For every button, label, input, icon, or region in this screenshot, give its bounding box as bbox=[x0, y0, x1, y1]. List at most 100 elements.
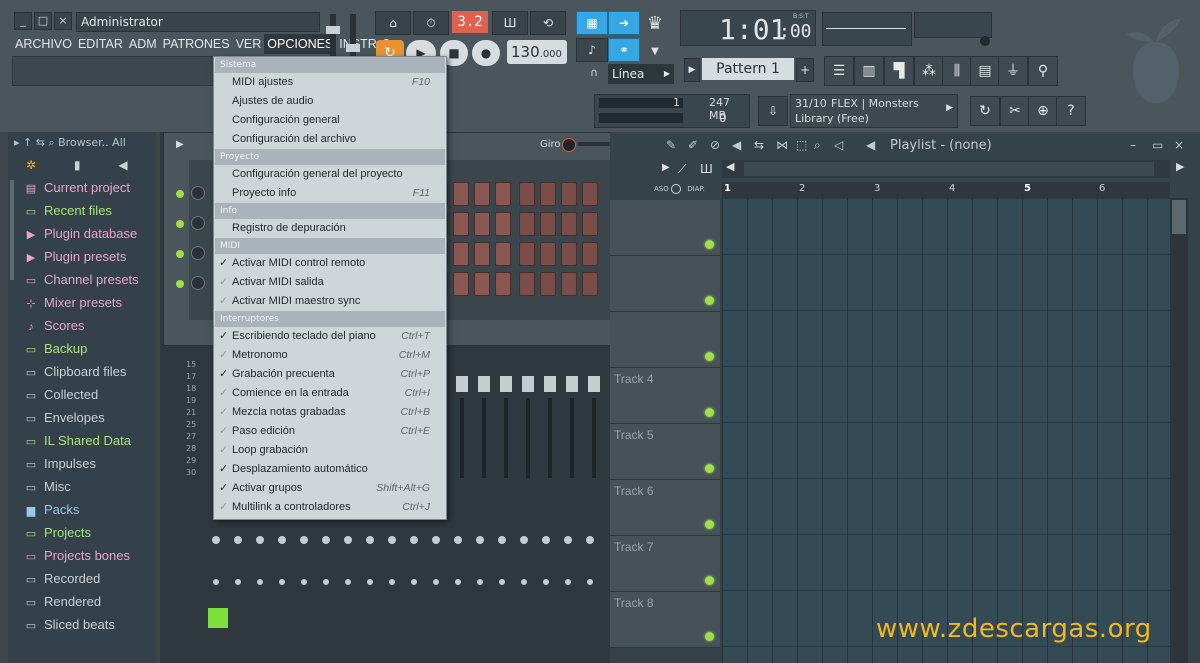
menu-item[interactable]: Registro de depuración bbox=[214, 219, 446, 238]
menu-item[interactable]: ✓ Activar MIDI salida bbox=[214, 273, 446, 292]
menu-item[interactable]: Ajustes de audio bbox=[214, 92, 446, 111]
pattern-prev-icon[interactable]: ▶ bbox=[684, 58, 700, 82]
step-pad[interactable] bbox=[453, 212, 469, 236]
step-pad[interactable] bbox=[561, 272, 577, 296]
step-pad[interactable] bbox=[540, 272, 556, 296]
step-pad[interactable] bbox=[582, 242, 598, 266]
select-icon[interactable]: ⬚ bbox=[796, 138, 807, 152]
menu-item[interactable]: ✓ Activar MIDI control remoto bbox=[214, 254, 446, 273]
browser-item[interactable]: ⊹ Mixer presets bbox=[8, 291, 156, 314]
step-sequencer-icon[interactable]: ⁂ bbox=[914, 56, 944, 86]
playlist-track-header[interactable] bbox=[610, 200, 720, 256]
playback-icon[interactable]: ◁ bbox=[834, 138, 843, 152]
maximize-button[interactable]: □ bbox=[34, 12, 52, 30]
mixer-icon[interactable]: ⫼ bbox=[942, 56, 972, 86]
browser-item[interactable]: ▭ Impulses bbox=[8, 452, 156, 475]
main-volume-icon[interactable]: ♛ bbox=[640, 11, 670, 37]
menu-item[interactable]: ✓ Activar MIDI maestro sync bbox=[214, 292, 446, 311]
track-enable-led[interactable] bbox=[705, 352, 714, 361]
playlist-track-header[interactable]: Track 8 bbox=[610, 592, 720, 648]
menu-archivo[interactable]: ARCHIVO bbox=[12, 34, 75, 54]
channel-volume-knob[interactable] bbox=[191, 276, 205, 290]
browser-item[interactable]: ▭ Channel presets bbox=[8, 268, 156, 291]
timeline-ruler[interactable]: 1 2 3 4 5 6 bbox=[722, 182, 1170, 198]
browser-nav-icons[interactable]: ▸ ↑ ⇆ ⌕ bbox=[14, 136, 58, 149]
help-person-icon[interactable]: ⚲ bbox=[1028, 56, 1058, 86]
close-icon[interactable]: × bbox=[1174, 138, 1184, 152]
pattern-selector[interactable]: Pattern 1 bbox=[702, 58, 794, 80]
menu-item[interactable]: ✓ Metronomo Ctrl+M bbox=[214, 346, 446, 365]
chevron-right-icon[interactable]: ▶ bbox=[176, 139, 184, 150]
browser-item[interactable]: ▭ Sliced beats bbox=[8, 613, 156, 636]
chevron-right-icon[interactable]: ▶ bbox=[662, 162, 670, 173]
step-edit-icon[interactable]: Ш bbox=[492, 11, 528, 35]
step-pad[interactable] bbox=[582, 212, 598, 236]
step-pad[interactable] bbox=[453, 272, 469, 296]
zoom-icon[interactable]: ⌕ bbox=[814, 138, 821, 153]
download-icon[interactable]: ⇩ bbox=[758, 96, 788, 126]
pattern-add-button[interactable]: + bbox=[796, 58, 814, 82]
loop-record-icon[interactable]: ⟲ bbox=[530, 11, 566, 35]
browser-item[interactable]: ♪ Scores bbox=[8, 314, 156, 337]
browser-item[interactable]: ▭ Recent files bbox=[8, 199, 156, 222]
playlist-window-icon[interactable]: ☰ bbox=[824, 56, 854, 86]
track-enable-led[interactable] bbox=[705, 464, 714, 473]
tempo-display[interactable]: 130.000 bbox=[507, 40, 567, 64]
browser-item[interactable]: ▭ Projects bbox=[8, 521, 156, 544]
browser-item[interactable]: ▭ Recorded bbox=[8, 567, 156, 590]
step-pad[interactable] bbox=[561, 182, 577, 206]
step-pad[interactable] bbox=[582, 272, 598, 296]
mute-icon[interactable]: ◀ bbox=[732, 138, 741, 152]
cpu-knob[interactable] bbox=[980, 36, 990, 46]
browser-item[interactable]: ▭ Clipboard files bbox=[8, 360, 156, 383]
scroll-thumb[interactable] bbox=[744, 162, 1154, 176]
step-pad[interactable] bbox=[495, 272, 511, 296]
menu-item[interactable]: ✓ Loop grabación bbox=[214, 441, 446, 460]
track-enable-led[interactable] bbox=[705, 520, 714, 529]
vertical-scroll-thumb[interactable] bbox=[1172, 200, 1186, 234]
menu-item[interactable]: Configuración general bbox=[214, 111, 446, 130]
step-pad[interactable] bbox=[453, 242, 469, 266]
menu-item[interactable]: Configuración general del proyecto bbox=[214, 165, 446, 184]
curve-icon[interactable]: ⟋ bbox=[678, 162, 686, 177]
menu-item[interactable]: MIDI ajustes F10 bbox=[214, 73, 446, 92]
news-panel[interactable]: 31/10 FLEX | Monsters Library (Free) ▶ bbox=[790, 94, 958, 128]
record-button[interactable]: ● bbox=[472, 40, 500, 66]
step-pad[interactable] bbox=[519, 212, 535, 236]
channel-volume-knob[interactable] bbox=[191, 216, 205, 230]
playlist-track-header[interactable]: Track 5 bbox=[610, 424, 720, 480]
channel-rack-icon[interactable]: ▥ bbox=[854, 56, 884, 86]
browser-item[interactable]: ▭ Projects bones bbox=[8, 544, 156, 567]
menu-item[interactable]: ✓ Paso edición Ctrl+E bbox=[214, 422, 446, 441]
menu-item[interactable]: ✓ Multilink a controladores Ctrl+J bbox=[214, 498, 446, 517]
step-pad[interactable] bbox=[561, 242, 577, 266]
browser-item[interactable]: ▭ Collected bbox=[8, 383, 156, 406]
track-enable-led[interactable] bbox=[705, 240, 714, 249]
menu-item[interactable]: ✓ Mezcla notas grabadas Ctrl+B bbox=[214, 403, 446, 422]
step-pad[interactable] bbox=[519, 242, 535, 266]
browser-item[interactable]: ▭ Misc bbox=[8, 475, 156, 498]
brush-icon[interactable]: ✐ bbox=[688, 138, 698, 152]
browser-item[interactable]: ▭ Backup bbox=[8, 337, 156, 360]
menu-patrones[interactable]: PATRONES bbox=[160, 34, 233, 54]
typing-keyboard-icon[interactable]: ▦ bbox=[576, 11, 608, 35]
plugin-filter-icon[interactable]: ✲ bbox=[26, 158, 36, 172]
browser-icon[interactable]: ▤ bbox=[970, 56, 1000, 86]
wait-input-icon[interactable]: ⏱ bbox=[413, 11, 449, 35]
step-pad[interactable] bbox=[561, 212, 577, 236]
menu-opciones[interactable]: OPCIONES bbox=[264, 34, 337, 54]
playlist-track-header[interactable]: Track 4 bbox=[610, 368, 720, 424]
browser-item[interactable]: ▶ Plugin database bbox=[8, 222, 156, 245]
menu-adm[interactable]: ADM bbox=[126, 34, 160, 54]
menu-item[interactable]: Configuración del archivo bbox=[214, 130, 446, 149]
menu-item[interactable]: ✓ Desplazamiento automático bbox=[214, 460, 446, 479]
dropdown-arrow-icon[interactable]: ▼ bbox=[640, 46, 670, 60]
step-pad[interactable] bbox=[474, 272, 490, 296]
countdown-badge[interactable]: 3.2 bbox=[452, 11, 488, 33]
menu-item[interactable]: ✓ Escribiendo teclado del piano Ctrl+T bbox=[214, 327, 446, 346]
horizontal-scrollbar[interactable]: ◀ bbox=[722, 160, 1170, 178]
vertical-scrollbar[interactable] bbox=[1170, 198, 1188, 663]
step-pad[interactable] bbox=[540, 242, 556, 266]
browser-scrollbar[interactable] bbox=[10, 180, 14, 280]
browser-item[interactable]: ▶ Plugin presets bbox=[8, 245, 156, 268]
